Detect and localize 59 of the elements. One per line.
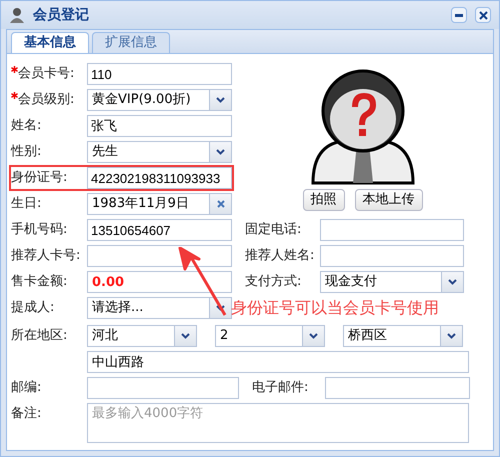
text-field[interactable] [87,245,232,267]
chevron-down-icon [448,279,457,285]
field-label: 电子邮件: [252,379,308,398]
tab[interactable]: 扩展信息 [92,32,170,53]
clear-icon [216,200,224,208]
field-label: 会员卡号: [18,65,74,84]
field-label: 备注: [11,405,42,424]
field-label: 提成人: [11,299,54,318]
field-label: 邮编: [11,379,42,398]
dropdown-field[interactable]: 请选择... [87,297,232,319]
dropdown-field[interactable]: 现金支付 [320,271,464,293]
chevron-down-icon [447,333,456,339]
chevron-down-icon [216,305,225,311]
annotation-arrow [177,247,229,317]
text-field[interactable]: 13510654607 [87,219,232,241]
field-label: 支付方式: [245,273,302,292]
field-label: 性别: [11,143,42,162]
minimize-icon [455,14,463,16]
address-field[interactable]: 中山西路 [87,351,469,373]
field-label: 售卡金额: [11,273,68,292]
field-label: 姓名: [11,117,42,136]
chevron-down-icon [216,97,225,103]
required-asterisk-icon [11,66,18,73]
field-label: 身份证号: [11,169,68,188]
dropdown-field[interactable]: 河北 [87,325,197,347]
chevron-down-icon [216,149,225,155]
photo-button[interactable]: 本地上传 [354,189,422,211]
field-label: 手机号码: [11,221,68,240]
window-title: 会员登记 [33,6,90,24]
date-field[interactable]: 1983年11月9日 [87,193,232,215]
text-field[interactable]: 422302198311093933 [87,167,232,189]
field-label: 会员级别: [18,91,74,110]
email-field[interactable] [325,377,470,399]
dropdown-field[interactable]: 2 [215,325,325,347]
user-icon [9,7,25,23]
tab[interactable]: 基本信息 [11,32,89,53]
close-icon [478,10,488,20]
text-field[interactable]: 张飞 [87,115,232,137]
photo-button[interactable]: 拍照 [302,189,344,211]
dropdown-field[interactable]: 先生 [87,141,232,163]
text-field[interactable] [320,219,464,241]
postal-field[interactable] [87,377,239,399]
amount-field[interactable]: 0.00 [87,271,232,293]
close-button[interactable] [475,7,491,23]
field-label: 所在地区: [11,327,68,346]
memo-field[interactable]: 最多输入4000字符 [87,403,469,443]
dropdown-field[interactable]: 桥西区 [343,325,463,347]
text-field[interactable]: 110 [87,63,232,85]
chevron-down-icon [309,333,318,339]
dropdown-field[interactable]: 黄金VIP(9.00折) [87,89,232,111]
text-field[interactable] [320,245,464,267]
chevron-down-icon [181,333,190,339]
field-label: 生日: [11,195,42,214]
required-asterisk-icon [11,92,18,99]
annotation-text: 身份证号可以当会员卡号使用 [231,299,439,317]
minimize-button[interactable] [451,7,467,23]
field-label: 推荐人卡号: [11,247,80,266]
field-label: 固定电话: [245,221,302,240]
field-label: 推荐人姓名: [245,247,314,266]
